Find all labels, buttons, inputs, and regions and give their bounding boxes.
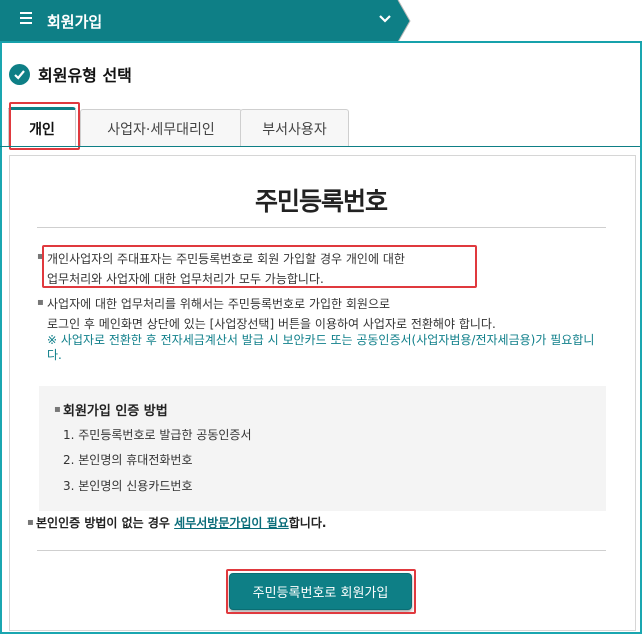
no-auth-suffix: 합니다.	[288, 516, 327, 530]
check-circle-icon	[9, 63, 30, 85]
business-switch-note: 사업자에 대한 업무처리를 위해서는 주민등록번호로 가입한 회원으로 로그인 …	[47, 294, 496, 334]
join-with-resident-number-button[interactable]: 주민등록번호로 회원가입	[229, 573, 412, 610]
auth-methods-title: 회원가입 인증 방법	[63, 404, 168, 419]
title-divider	[37, 227, 606, 228]
no-auth-prefix: 본인인증 방법이 없는 경우	[36, 516, 175, 530]
content-title: 주민등록번호	[254, 187, 388, 216]
tab-department-user[interactable]: 부서사용자	[240, 109, 349, 147]
bullet-icon: ▪	[54, 404, 61, 415]
tab-business-tax-agent[interactable]: 사업자·세무대리인	[80, 109, 242, 147]
bottom-divider	[37, 550, 606, 551]
note-line: 사업자에 대한 업무처리를 위해서는 주민등록번호로 가입한 회원으로	[47, 297, 391, 311]
note-line: 개인사업자의 주대표자는 주민등록번호로 회원 가입할 경우 개인에 대한	[47, 252, 405, 266]
top-bar: 회원가입	[0, 0, 642, 43]
tax-office-visit-link[interactable]: 세무서방문가입이 필요	[174, 516, 289, 530]
note-line: 업무처리와 사업자에 대한 업무처리가 모두 가능합니다.	[47, 272, 324, 286]
bullet-icon: ▪	[37, 297, 44, 308]
bullet-icon: ▪	[27, 517, 34, 528]
top-bar-underline	[0, 41, 642, 43]
tab-individual[interactable]: 개인	[8, 107, 76, 147]
chevron-down-icon[interactable]	[378, 12, 392, 26]
no-auth-note: 본인인증 방법이 없는 경우 세무서방문가입이 필요합니다.	[36, 514, 326, 531]
hamburger-menu-icon[interactable]	[20, 12, 34, 26]
auth-method-item: 1. 주민등록번호로 발급한 공동인증서	[63, 428, 252, 442]
tab-underline	[0, 146, 640, 147]
auth-method-item: 2. 본인명의 휴대전화번호	[63, 453, 193, 467]
security-card-warning: ※ 사업자로 전환한 후 전자세금계산서 발급 시 보안카드 또는 공동인증서(…	[47, 333, 595, 362]
breadcrumb-arrow-icon	[390, 0, 411, 42]
individual-business-note: 개인사업자의 주대표자는 주민등록번호로 회원 가입할 경우 개인에 대한 업무…	[47, 249, 405, 289]
section-header: 회원유형 선택	[9, 62, 132, 86]
bullet-icon: ▪	[37, 251, 44, 262]
menu-title[interactable]: 회원가입	[47, 11, 102, 32]
section-title: 회원유형 선택	[38, 66, 132, 85]
auth-method-item: 3. 본인명의 신용카드번호	[63, 479, 193, 493]
note-line: 로그인 후 메인화면 상단에 있는 [사업장선택] 버튼을 이용하여 사업자로 …	[47, 317, 496, 331]
